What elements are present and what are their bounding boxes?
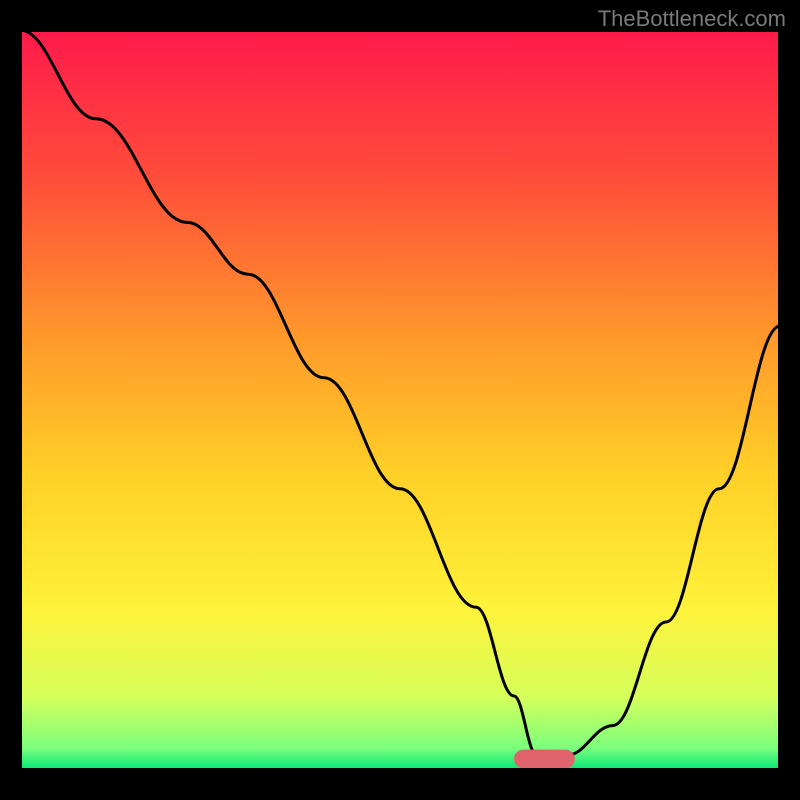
optimal-marker [514,750,575,769]
watermark-text: TheBottleneck.com [598,6,786,32]
chart-svg [0,0,800,800]
gradient-background [20,30,780,770]
chart-container: TheBottleneck.com [0,0,800,800]
